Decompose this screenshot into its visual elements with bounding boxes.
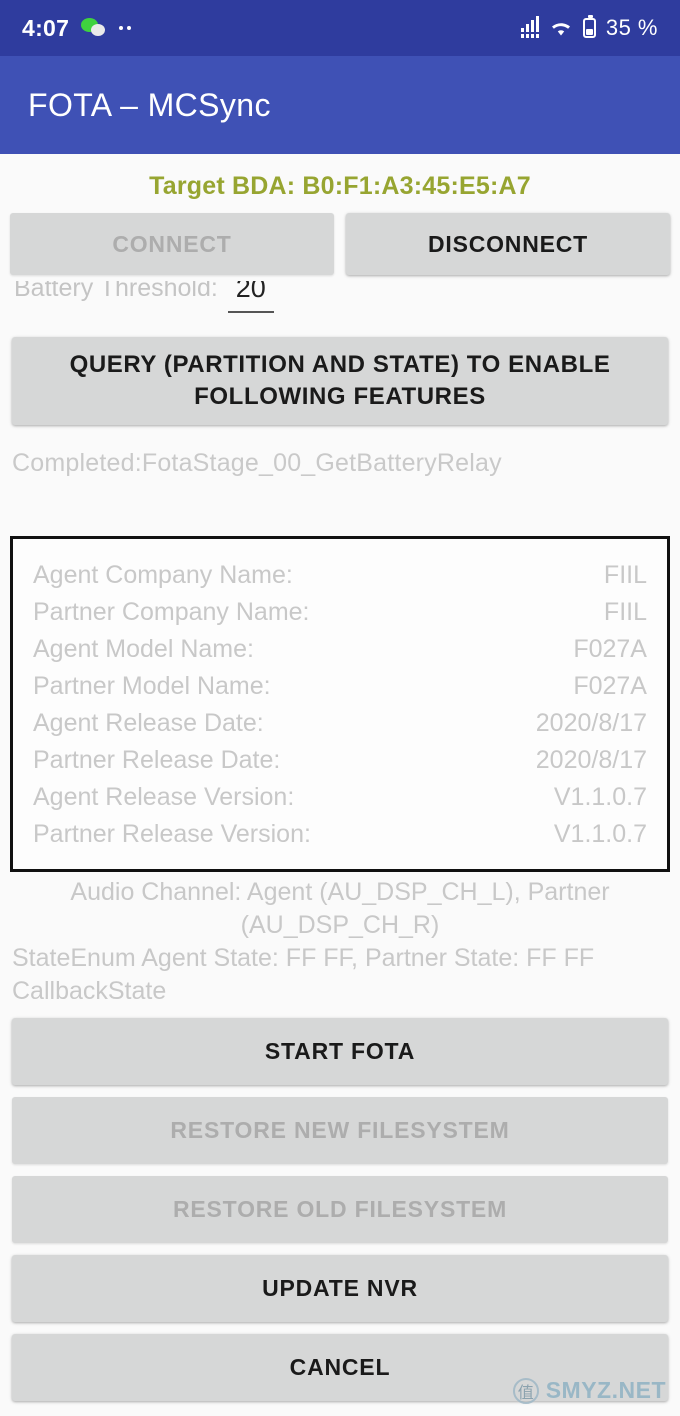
status-bar-left: 4:07 — [22, 14, 132, 42]
wechat-icon — [81, 18, 107, 38]
info-key: Agent Company Name: — [33, 561, 293, 589]
app-title: FOTA – MCSync — [28, 86, 271, 123]
restore-old-filesystem-button[interactable]: RESTORE OLD FILESYSTEM — [12, 1176, 668, 1243]
audio-channel-text: Audio Channel: Agent (AU_DSP_CH_L), Part… — [0, 872, 680, 942]
battery-threshold-label: Battery Threshold: — [14, 281, 218, 302]
table-row: Partner Company Name: FIIL — [33, 594, 647, 631]
status-bar: 4:07 35 % — [0, 0, 680, 56]
state-enum-line-1: StateEnum Agent State: FF FF, Partner St… — [12, 944, 595, 972]
restore-new-filesystem-button[interactable]: RESTORE NEW FILESYSTEM — [12, 1097, 668, 1164]
stage-status-text: Completed:FotaStage_00_GetBatteryRelay — [12, 449, 502, 477]
info-key: Agent Model Name: — [33, 635, 254, 663]
info-value: 2020/8/17 — [535, 709, 647, 737]
info-value: FIIL — [603, 561, 647, 589]
app-bar: FOTA – MCSync — [0, 56, 680, 154]
state-enum-line-2: CallbackState — [12, 977, 167, 1005]
battery-icon — [582, 15, 596, 38]
update-nvr-button[interactable]: UPDATE NVR — [12, 1255, 668, 1322]
disconnect-button[interactable]: DISCONNECT — [346, 213, 670, 275]
table-row: Agent Release Date: 2020/8/17 — [33, 705, 647, 742]
watermark-text: SMYZ.NET — [545, 1377, 666, 1403]
audio-channel-line-1: Audio Channel: Agent (AU_DSP_CH_L), Part… — [70, 878, 610, 906]
info-value: V1.1.0.7 — [553, 820, 647, 848]
target-bda-label: Target BDA: B0:F1:A3:45:E5:A7 — [149, 172, 531, 200]
battery-threshold-row: Battery Threshold: 20 — [0, 281, 680, 325]
info-key: Agent Release Date: — [33, 709, 264, 737]
info-key: Partner Company Name: — [33, 598, 310, 626]
info-value: F027A — [573, 672, 647, 700]
info-value: 2020/8/17 — [535, 746, 647, 774]
start-fota-button[interactable]: START FOTA — [12, 1018, 668, 1085]
query-partition-state-button[interactable]: QUERY (PARTITION AND STATE) TO ENABLE FO… — [12, 337, 668, 425]
more-dots-icon — [119, 26, 132, 30]
table-row: Agent Model Name: F027A — [33, 631, 647, 668]
battery-percent-label: 35 % — [605, 15, 658, 40]
phone-screen: 4:07 35 % FOTA – MCSync Target BDA: B0:F… — [0, 0, 680, 1416]
info-key: Partner Release Date: — [33, 746, 281, 774]
main-content: Target BDA: B0:F1:A3:45:E5:A7 CONNECT DI… — [0, 154, 680, 1401]
watermark-badge-icon: 值 — [512, 1377, 539, 1404]
table-row: Partner Model Name: F027A — [33, 668, 647, 705]
table-row: Partner Release Version: V1.1.0.7 — [33, 816, 647, 853]
status-bar-right: 35 % — [520, 15, 658, 41]
status-bar-clock: 4:07 — [22, 14, 70, 41]
table-row: Agent Company Name: FIIL — [33, 557, 647, 594]
info-key: Partner Model Name: — [33, 672, 271, 700]
table-row: Agent Release Version: V1.1.0.7 — [33, 779, 647, 816]
info-key: Partner Release Version: — [33, 820, 311, 848]
info-key: Agent Release Version: — [33, 783, 295, 811]
battery-threshold-input[interactable]: 20 — [227, 281, 274, 313]
site-watermark: 值 SMYZ.NET — [512, 1377, 666, 1404]
info-value: F027A — [573, 635, 647, 663]
audio-channel-line-2: (AU_DSP_CH_R) — [240, 911, 440, 939]
table-row: Partner Release Date: 2020/8/17 — [33, 742, 647, 779]
cellular-signal-icon — [520, 16, 539, 38]
connect-button[interactable]: CONNECT — [10, 213, 334, 275]
device-info-box: Agent Company Name: FIIL Partner Company… — [10, 536, 670, 872]
info-value: V1.1.0.7 — [553, 783, 647, 811]
action-button-stack: START FOTA RESTORE NEW FILESYSTEM RESTOR… — [0, 1008, 680, 1401]
wifi-icon — [549, 19, 573, 37]
connection-button-row: CONNECT DISCONNECT — [0, 213, 680, 275]
info-value: FIIL — [603, 598, 647, 626]
